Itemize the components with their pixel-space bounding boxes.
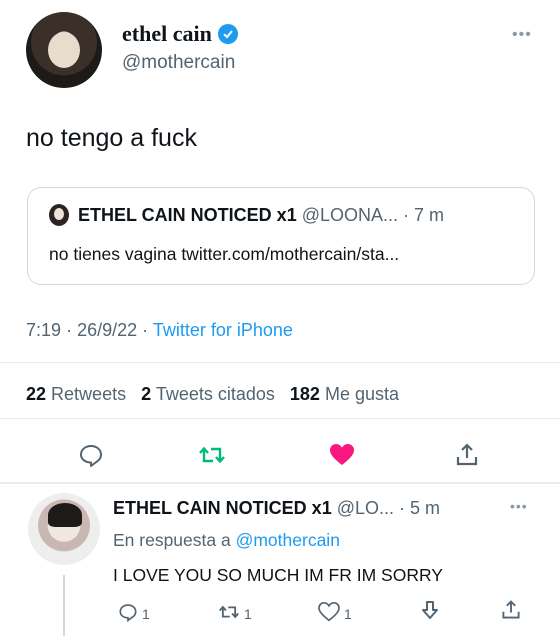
author-name-row[interactable]: ethel cain xyxy=(122,21,238,47)
meta-separator: · xyxy=(66,320,78,340)
quoted-tweet-text: no tienes vagina twitter.com/mothercain/… xyxy=(49,244,400,264)
reply-icon[interactable] xyxy=(118,602,138,625)
reply-reply-button[interactable]: 1 xyxy=(118,602,150,625)
quoted-author-name: ETHEL CAIN NOTICED x1 xyxy=(78,205,297,225)
tweet-time[interactable]: 7:19 xyxy=(26,320,61,340)
more-icon[interactable]: ••• xyxy=(510,498,528,514)
reply-replies-count: 1 xyxy=(142,605,150,622)
divider xyxy=(0,418,560,419)
share-icon[interactable] xyxy=(500,599,522,621)
quotes-count[interactable]: 2 xyxy=(141,384,151,404)
reply-text: I LOVE YOU SO MUCH IM FR IM SORRY xyxy=(113,565,443,585)
replying-to-label: En respuesta a xyxy=(113,530,231,550)
tweet-date[interactable]: 26/9/22 xyxy=(77,320,137,340)
divider xyxy=(0,362,560,363)
meta-separator: · xyxy=(142,320,153,340)
retweets-count[interactable]: 22 xyxy=(26,384,46,404)
likes-label[interactable]: Me gusta xyxy=(325,384,399,404)
reply-time[interactable]: · 5 m xyxy=(399,498,440,518)
reply-retweet-button[interactable]: 1 xyxy=(218,602,252,625)
replying-to: En respuesta a @mothercain xyxy=(113,530,340,551)
author-name[interactable]: ethel cain xyxy=(122,21,212,47)
more-icon[interactable]: ••• xyxy=(512,26,532,44)
download-icon[interactable] xyxy=(420,600,440,622)
reply-retweets-count: 1 xyxy=(244,605,252,622)
share-icon[interactable] xyxy=(452,440,482,470)
quoted-tweet-time: · 7 m xyxy=(403,205,445,225)
reply-author-name[interactable]: ETHEL CAIN NOTICED x1 xyxy=(113,498,332,518)
verified-badge-icon xyxy=(217,24,238,44)
quoted-author-handle: @LOONA... xyxy=(301,205,399,225)
reply-author-avatar[interactable] xyxy=(28,493,100,565)
reply-header: ETHEL CAIN NOTICED x1 @LO... · 5 m xyxy=(113,498,440,519)
quoted-tweet-card[interactable] xyxy=(27,187,535,285)
reply-likes-count: 1 xyxy=(344,605,352,622)
quotes-label[interactable]: Tweets citados xyxy=(156,384,275,404)
tweet-source-link[interactable]: Twitter for iPhone xyxy=(153,320,293,340)
quoted-tweet-header: ETHEL CAIN NOTICED x1 @LOONA... · 7 m xyxy=(78,205,444,226)
author-avatar[interactable] xyxy=(26,12,102,88)
quoted-author-avatar xyxy=(49,204,69,226)
reply-like-button[interactable]: 1 xyxy=(318,601,352,625)
reply-icon[interactable] xyxy=(76,440,106,470)
retweets-label[interactable]: Retweets xyxy=(51,384,126,404)
tweet-meta: 7:19 · 26/9/22 · Twitter for iPhone xyxy=(26,320,293,341)
tweet-text: no tengo a fuck xyxy=(26,124,197,152)
author-handle[interactable]: @mothercain xyxy=(122,52,235,74)
divider xyxy=(0,482,560,484)
retweet-icon[interactable] xyxy=(197,440,227,470)
likes-count[interactable]: 182 xyxy=(290,384,320,404)
reply-author-handle[interactable]: @LO... xyxy=(337,498,394,518)
replying-to-handle[interactable]: @mothercain xyxy=(236,530,340,550)
tweet-stats: 22 Retweets 2 Tweets citados 182 Me gust… xyxy=(26,384,409,405)
thread-line xyxy=(63,575,65,636)
like-icon[interactable] xyxy=(318,601,340,625)
retweet-icon[interactable] xyxy=(218,602,240,625)
like-icon[interactable] xyxy=(327,440,357,470)
